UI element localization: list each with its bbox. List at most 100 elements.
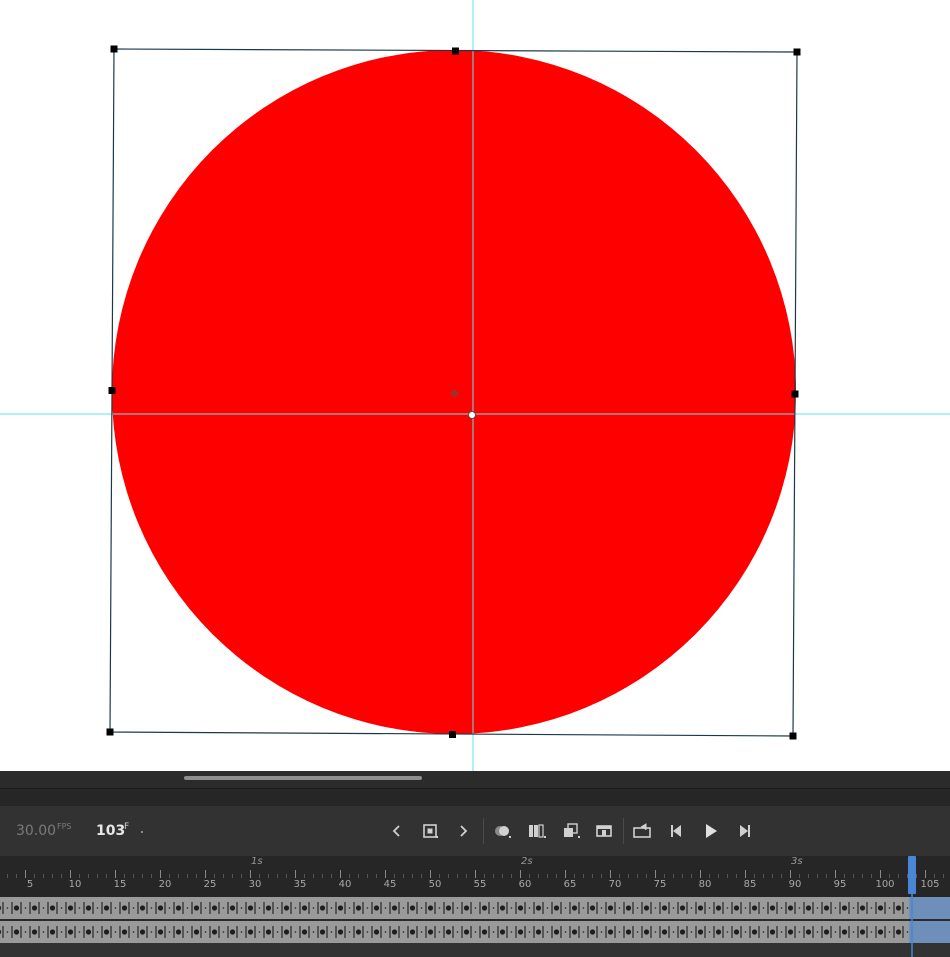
tween-icon[interactable] bbox=[560, 820, 582, 842]
frame-cell bbox=[24, 926, 31, 938]
frame-cell bbox=[420, 926, 427, 938]
frame-cell bbox=[888, 926, 895, 938]
frame-cell bbox=[330, 902, 337, 914]
frame-cell bbox=[744, 902, 751, 914]
layer-frames-row[interactable] bbox=[0, 897, 950, 919]
frame-cell bbox=[481, 902, 490, 914]
transform-point[interactable] bbox=[468, 411, 476, 419]
frame-cell bbox=[85, 926, 94, 938]
handle-bottom-left[interactable] bbox=[106, 728, 114, 736]
frame-cell bbox=[690, 902, 697, 914]
fps-unit-label: FPS bbox=[57, 822, 72, 831]
stage-canvas[interactable] bbox=[0, 0, 950, 771]
frame-cell bbox=[895, 926, 904, 938]
frame-cell bbox=[139, 902, 148, 914]
red-circle[interactable] bbox=[112, 50, 796, 734]
insert-keyframe-icon[interactable] bbox=[420, 820, 442, 842]
frame-cell bbox=[679, 926, 688, 938]
frame-cell bbox=[895, 902, 904, 914]
frame-cell bbox=[402, 902, 409, 914]
handle-middle-left[interactable] bbox=[108, 387, 116, 394]
next-keyframe-icon[interactable] bbox=[453, 820, 475, 842]
camera-icon[interactable] bbox=[593, 820, 615, 842]
frame-cell bbox=[636, 902, 643, 914]
frame-cell bbox=[625, 902, 634, 914]
step-forward-icon[interactable] bbox=[733, 820, 755, 842]
frame-cell bbox=[294, 902, 301, 914]
stage-horizontal-scrollbar[interactable] bbox=[0, 771, 950, 788]
frame-tick-label: 10 bbox=[68, 879, 82, 890]
frame-cell bbox=[204, 902, 211, 914]
frame-cell bbox=[420, 902, 427, 914]
frame-cell bbox=[510, 902, 517, 914]
timeline-ruler[interactable]: 1s 2s 3s 5 10 15 20 25 30 35 40 45 50 55 60 65 70 75 80… bbox=[0, 856, 950, 897]
frame-cell bbox=[211, 902, 220, 914]
frame-cell bbox=[571, 902, 580, 914]
handle-bottom-right[interactable] bbox=[789, 732, 797, 740]
timeline-controls: 30.00 FPS 103 F bbox=[0, 806, 950, 856]
frame-tick-label: 90 bbox=[788, 879, 802, 890]
frame-cell bbox=[888, 902, 895, 914]
frame-cell bbox=[672, 926, 679, 938]
frame-cell bbox=[805, 902, 814, 914]
frame-cell bbox=[157, 902, 166, 914]
frame-cell bbox=[103, 926, 112, 938]
frame-cell bbox=[762, 902, 769, 914]
fps-value[interactable]: 30.00 bbox=[16, 823, 56, 839]
frame-cell bbox=[625, 926, 634, 938]
frame-cell bbox=[787, 902, 796, 914]
frame-cell bbox=[294, 926, 301, 938]
frame-cell bbox=[841, 926, 850, 938]
frame-cell bbox=[546, 926, 553, 938]
frame-cell bbox=[744, 926, 751, 938]
layer-frames-row[interactable] bbox=[0, 921, 950, 943]
frame-cell bbox=[564, 926, 571, 938]
handle-bottom-center[interactable] bbox=[449, 731, 456, 738]
step-back-icon[interactable] bbox=[666, 820, 688, 842]
frame-cell bbox=[139, 926, 148, 938]
frame-cell bbox=[60, 902, 67, 914]
frame-cell bbox=[751, 902, 760, 914]
frame-cell bbox=[258, 902, 265, 914]
frame-cell bbox=[600, 926, 607, 938]
frame-cell bbox=[78, 926, 85, 938]
handle-top-left[interactable] bbox=[110, 45, 118, 53]
frame-cell bbox=[852, 926, 859, 938]
prev-keyframe-icon[interactable] bbox=[385, 820, 407, 842]
seconds-marker: 2s bbox=[521, 856, 533, 867]
handle-top-right[interactable] bbox=[793, 48, 801, 56]
frame-cell bbox=[607, 902, 616, 914]
frame-cell bbox=[870, 926, 877, 938]
frame-cell bbox=[229, 902, 238, 914]
frame-cell bbox=[373, 926, 382, 938]
frame-cell bbox=[672, 902, 679, 914]
frame-cell bbox=[132, 902, 139, 914]
loop-icon[interactable] bbox=[631, 820, 653, 842]
seconds-marker: 1s bbox=[251, 856, 263, 867]
frame-cell bbox=[13, 902, 22, 914]
frame-cell bbox=[204, 926, 211, 938]
frame-cell bbox=[6, 926, 13, 938]
frame-cell bbox=[474, 926, 481, 938]
frame-cell bbox=[366, 926, 373, 938]
scrollbar-thumb[interactable] bbox=[184, 776, 422, 780]
frame-cell bbox=[834, 902, 841, 914]
frame-cell bbox=[175, 902, 184, 914]
frame-cell bbox=[96, 926, 103, 938]
frame-tick-label: 35 bbox=[293, 879, 307, 890]
frame-cell bbox=[859, 926, 868, 938]
playhead[interactable] bbox=[908, 856, 916, 957]
frame-cell bbox=[510, 926, 517, 938]
handle-top-center[interactable] bbox=[452, 47, 459, 55]
handle-middle-right[interactable] bbox=[791, 390, 799, 398]
frame-cell bbox=[636, 926, 643, 938]
play-icon[interactable] bbox=[700, 820, 722, 842]
current-frame-value[interactable]: 103 bbox=[96, 823, 125, 839]
frame-tick-label: 30 bbox=[248, 879, 262, 890]
edit-multiple-frames-icon[interactable] bbox=[526, 820, 548, 842]
frame-cell bbox=[319, 902, 328, 914]
onion-skin-icon[interactable] bbox=[492, 820, 514, 842]
frame-cell bbox=[643, 926, 652, 938]
frame-cell bbox=[715, 926, 724, 938]
frame-cell bbox=[618, 926, 625, 938]
